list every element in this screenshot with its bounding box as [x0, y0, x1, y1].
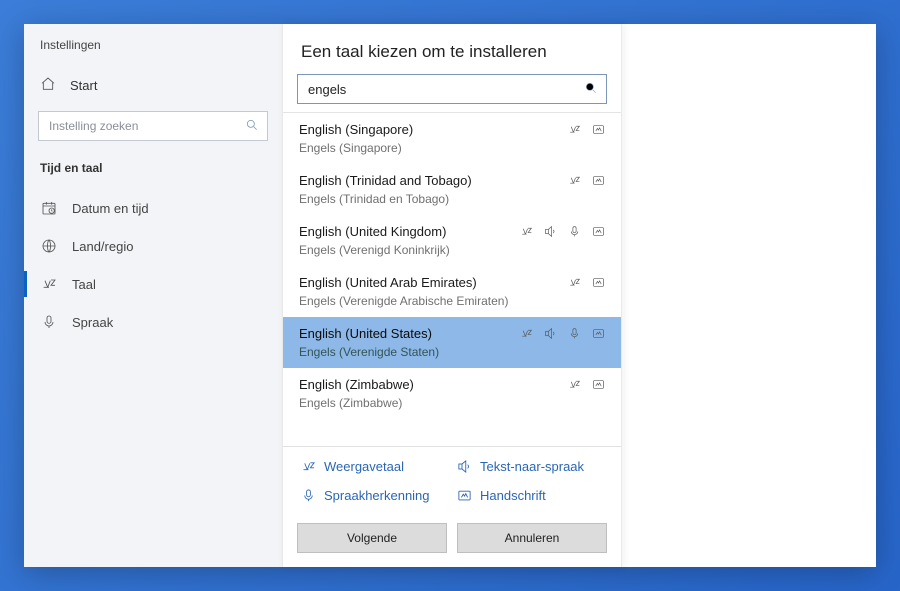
home-icon — [40, 76, 56, 95]
language-capabilities — [519, 327, 605, 341]
legend-hand: Handschrift — [457, 488, 603, 503]
voice-capability-icon — [567, 327, 581, 341]
search-icon — [584, 81, 598, 98]
language-name: English (Singapore) — [299, 122, 567, 137]
language-install-dialog: Een taal kiezen om te installeren engels… — [282, 24, 622, 567]
hand-capability-icon — [591, 174, 605, 188]
language-name: English (United Arab Emirates) — [299, 275, 567, 290]
display-capability-icon — [567, 123, 581, 137]
legend-display: Weergavetaal — [301, 459, 447, 474]
hand-capability-icon — [591, 276, 605, 290]
sidebar-item-label: Land/regio — [72, 239, 133, 254]
language-localized-name: Engels (Verenigde Staten) — [299, 345, 605, 359]
calendar-clock-icon — [40, 199, 58, 217]
language-row[interactable]: English (United Kingdom) Engels (Verenigd… — [283, 215, 621, 266]
display-capability-icon — [567, 174, 581, 188]
language-capabilities — [567, 123, 605, 137]
language-localized-name: Engels (Verenigd Koninkrijk) — [299, 243, 605, 257]
legend-tts: Tekst-naar-spraak — [457, 459, 603, 474]
sidebar-item-label: Spraak — [72, 315, 113, 330]
settings-main: Een taal kiezen om te installeren engels… — [282, 24, 876, 567]
language-localized-name: Engels (Zimbabwe) — [299, 396, 605, 410]
language-row[interactable]: English (Zimbabwe) Engels (Zimbabwe) — [283, 368, 621, 419]
language-capabilities — [519, 225, 605, 239]
language-name: English (Trinidad and Tobago) — [299, 173, 567, 188]
display-capability-icon — [519, 225, 533, 239]
globe-icon — [40, 237, 58, 255]
capability-legend: Weergavetaal Tekst-naar-spraak Spraakher… — [283, 446, 621, 517]
dialog-buttons: Volgende Annuleren — [283, 517, 621, 567]
language-a-icon — [40, 275, 58, 293]
sidebar-home[interactable]: Start — [24, 66, 282, 105]
display-capability-icon — [519, 327, 533, 341]
language-search-value: engels — [308, 82, 584, 97]
language-localized-name: Engels (Singapore) — [299, 141, 605, 155]
sidebar-item-land-regio[interactable]: Land/regio — [24, 227, 282, 265]
language-row[interactable]: English (United Arab Emirates) Engels (Ve… — [283, 266, 621, 317]
sidebar-item-spraak[interactable]: Spraak — [24, 303, 282, 341]
display-capability-icon — [567, 276, 581, 290]
language-list: English (Singapore)Engels (Singapore)Eng… — [283, 112, 621, 446]
app-title: Instellingen — [24, 38, 282, 66]
language-row[interactable]: English (Trinidad and Tobago) Engels (Tri… — [283, 164, 621, 215]
microphone-icon — [40, 313, 58, 331]
display-capability-icon — [567, 378, 581, 392]
tts-capability-icon — [543, 225, 557, 239]
sidebar-item-taal[interactable]: Taal — [24, 265, 282, 303]
settings-sidebar: Instellingen Start Instelling zoeken Tij… — [24, 24, 282, 567]
sidebar-item-label: Datum en tijd — [72, 201, 149, 216]
cancel-button[interactable]: Annuleren — [457, 523, 607, 553]
settings-window: — □ ✕ Instellingen Start Instelling zoek… — [24, 24, 876, 567]
sidebar-section-title: Tijd en taal — [24, 155, 282, 189]
tts-capability-icon — [543, 327, 557, 341]
hand-capability-icon — [591, 378, 605, 392]
language-row[interactable]: English (United States) Engels (Verenigde… — [283, 317, 621, 368]
sidebar-item-datum-en-tijd[interactable]: Datum en tijd — [24, 189, 282, 227]
language-name: English (Zimbabwe) — [299, 377, 567, 392]
dialog-title: Een taal kiezen om te installeren — [283, 24, 621, 74]
hand-capability-icon — [591, 123, 605, 137]
language-capabilities — [567, 276, 605, 290]
sidebar-home-label: Start — [70, 78, 97, 93]
sidebar-item-label: Taal — [72, 277, 96, 292]
language-capabilities — [567, 378, 605, 392]
settings-search-input[interactable]: Instelling zoeken — [38, 111, 268, 141]
sidebar-nav: Datum en tijd Land/regio Taal Spraak — [24, 189, 282, 341]
language-localized-name: Engels (Trinidad en Tobago) — [299, 192, 605, 206]
settings-search-placeholder: Instelling zoeken — [49, 119, 245, 133]
language-capabilities — [567, 174, 605, 188]
language-name: English (United Kingdom) — [299, 224, 519, 239]
next-button[interactable]: Volgende — [297, 523, 447, 553]
language-search-input[interactable]: engels — [297, 74, 607, 104]
legend-voice: Spraakherkenning — [301, 488, 447, 503]
search-icon — [245, 118, 259, 135]
hand-capability-icon — [591, 327, 605, 341]
language-name: English (United States) — [299, 326, 519, 341]
hand-capability-icon — [591, 225, 605, 239]
language-localized-name: Engels (Verenigde Arabische Emiraten) — [299, 294, 605, 308]
language-row[interactable]: English (Singapore) Engels (Singapore) — [283, 113, 621, 164]
voice-capability-icon — [567, 225, 581, 239]
